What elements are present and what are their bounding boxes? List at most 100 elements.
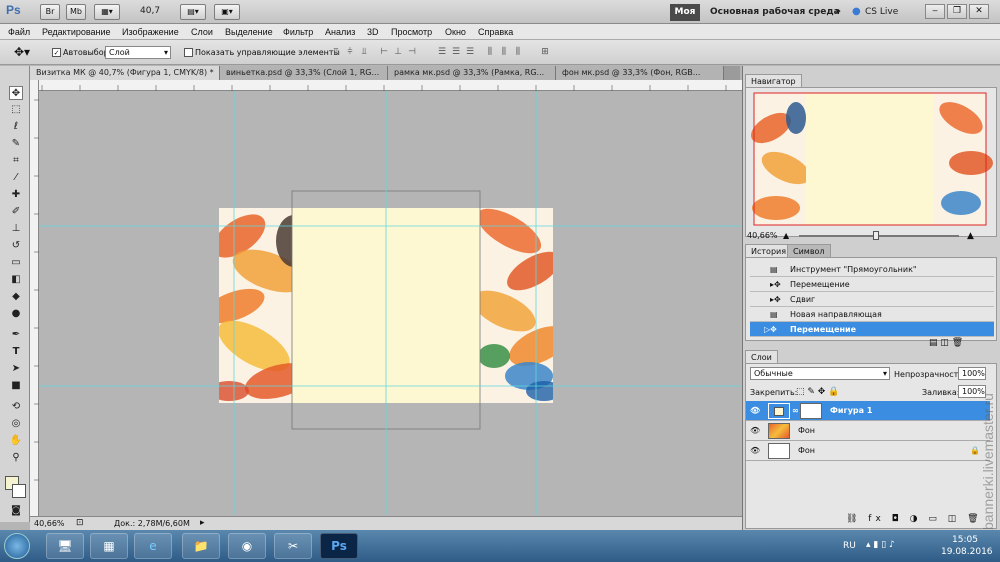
tray-icons[interactable]: ▴ ▮ ▯ ♪ [866,540,895,550]
history-item-selected[interactable]: ▷✥ Перемещение [750,322,994,337]
status-zoom[interactable]: 40,66% [34,519,65,528]
distribute-right-icon[interactable]: ⫼ [513,47,523,57]
navigator-tab[interactable]: Навигатор [745,74,802,87]
eye-icon[interactable]: 👁 [750,446,760,456]
language-indicator[interactable]: RU [843,541,856,551]
workspace-button[interactable]: Моя [670,4,700,21]
vertical-ruler[interactable] [30,80,39,516]
menu-3d[interactable]: 3D [367,27,379,37]
layer-row-pattern[interactable]: 👁 Фон [746,421,990,441]
align-top-icon[interactable]: ⫪ [331,47,341,57]
menu-analysis[interactable]: Анализ [325,27,355,37]
bridge-button[interactable]: Br [40,4,60,20]
eye-icon[interactable]: 👁 [750,426,760,436]
calculator-icon[interactable]: ▦ [90,533,128,559]
clone-stamp-tool[interactable]: ⊥ [9,222,23,236]
clock-time[interactable]: 15:05 [952,535,978,545]
tab-vizitka[interactable]: Визитка МК @ 40,7% (Фигура 1, CMYK/8) * [30,66,220,80]
lock-icons[interactable]: ⬚ ✎ ✥ 🔒 [796,387,839,397]
navigator-zoom[interactable]: 40,66% [747,231,778,240]
view-extras-button[interactable]: ▦▾ [94,4,120,20]
auto-select-dropdown[interactable]: Слой ▾ [105,46,171,59]
distribute-top-icon[interactable]: ☰ [437,47,447,57]
status-info-icon[interactable]: ⊡ [76,518,84,528]
tab-fon[interactable]: фон мк.psd @ 33,3% (Фон, RGB... [556,66,724,80]
zoom-tool[interactable]: ⚲ [9,451,23,465]
computer-icon[interactable]: 🖥 [46,533,84,559]
pen-tool[interactable]: ✒ [9,328,23,342]
align-hcenter-icon[interactable]: ⊥ [393,47,403,57]
zoom-in-icon[interactable]: ▲ [967,231,974,241]
zoom-level[interactable]: 40,7 [140,6,160,16]
workspace-name[interactable]: Основная рабочая среда [710,7,840,17]
history-buttons[interactable]: ▤ ◫ 🗑 [929,338,963,348]
horizontal-ruler[interactable] [38,80,742,91]
blur-tool[interactable]: ◆ [9,290,23,304]
start-button[interactable] [4,533,30,559]
history-item[interactable]: ▤ Инструмент "Прямоугольник" [750,262,994,277]
slider-handle[interactable] [873,231,879,240]
character-tab[interactable]: Символ [787,244,831,257]
paint-bucket-tool[interactable]: ◧ [9,273,23,287]
navigator-preview[interactable] [746,88,996,236]
menu-help[interactable]: Справка [478,27,513,37]
type-tool[interactable]: T [9,345,23,359]
healing-brush-tool[interactable]: ✚ [9,188,23,202]
restore-button[interactable]: ❐ [947,4,967,19]
status-arrow-icon[interactable]: ▸ [200,518,205,528]
zoom-out-icon[interactable]: ▲ [783,231,789,240]
align-right-icon[interactable]: ⊣ [407,47,417,57]
document-canvas[interactable] [39,91,742,515]
show-transform-controls-checkbox[interactable] [184,48,193,57]
eye-icon[interactable]: 👁 [750,406,760,416]
mini-bridge-button[interactable]: Mb [66,4,86,20]
3d-rotate-tool[interactable]: ⟲ [9,400,23,414]
history-item[interactable]: ▸✥ Сдвиг [750,292,994,307]
history-brush-tool[interactable]: ↺ [9,239,23,253]
path-selection-tool[interactable]: ➤ [9,362,23,376]
marquee-tool[interactable]: ⬚ [9,103,23,117]
align-left-icon[interactable]: ⊢ [379,47,389,57]
eyedropper-tool[interactable]: ⁄ [9,171,23,185]
quick-select-tool[interactable]: ✎ [9,137,23,151]
navigator-zoom-slider[interactable] [799,235,959,237]
dodge-tool[interactable]: ● [9,307,23,321]
folder-icon[interactable]: 📁 [182,533,220,559]
cs-live-button[interactable]: CS Live [865,7,898,17]
hand-tool[interactable]: ✋ [9,434,23,448]
close-button[interactable]: ✕ [969,4,989,19]
history-tab[interactable]: История [745,244,793,257]
minimize-button[interactable]: ‒ [925,4,945,19]
distribute-vcenter-icon[interactable]: ☰ [451,47,461,57]
move-tool[interactable]: ✥ [9,86,23,100]
distribute-bottom-icon[interactable]: ☰ [465,47,475,57]
distribute-hcenter-icon[interactable]: ⫼ [499,47,509,57]
menu-edit[interactable]: Редактирование [42,27,111,37]
menu-select[interactable]: Выделение [225,27,273,37]
align-vcenter-icon[interactable]: ⫩ [345,47,355,57]
background-color-swatch[interactable] [12,484,26,498]
menu-layers[interactable]: Слои [191,27,213,37]
layers-tab[interactable]: Слои [745,350,778,363]
3d-orbit-tool[interactable]: ◎ [9,417,23,431]
screen-mode-button[interactable]: ▣▾ [214,4,240,20]
layer-row-shape[interactable]: 👁 ∞ Фигура 1 [746,401,990,421]
chain-link-icon[interactable]: ∞ [792,401,799,421]
quick-mask-icon[interactable]: ◙ [9,504,23,518]
move-tool-icon[interactable]: ✥▾ [14,45,30,59]
eraser-tool[interactable]: ▭ [9,256,23,270]
history-item[interactable]: ▤ Новая направляющая [750,307,994,322]
menu-window[interactable]: Окно [445,27,466,37]
history-item[interactable]: ▸✥ Перемещение [750,277,994,292]
layer-buttons[interactable]: ⛓ fx ◘ ◑ ▭ ◫ 🗑 [846,514,983,524]
auto-align-icon[interactable]: ⊞ [540,47,550,57]
menu-image[interactable]: Изображение [122,27,179,37]
arrange-documents-button[interactable]: ▤▾ [180,4,206,20]
rectangle-tool[interactable]: ■ [9,379,23,393]
paint-icon[interactable]: ✂ [274,533,312,559]
brush-tool[interactable]: ✐ [9,205,23,219]
blend-mode-dropdown[interactable]: Обычные ▾ [750,367,890,380]
crop-tool[interactable]: ⌗ [9,154,23,168]
lasso-tool[interactable]: ℓ [9,120,23,134]
chrome-icon[interactable]: ◉ [228,533,266,559]
